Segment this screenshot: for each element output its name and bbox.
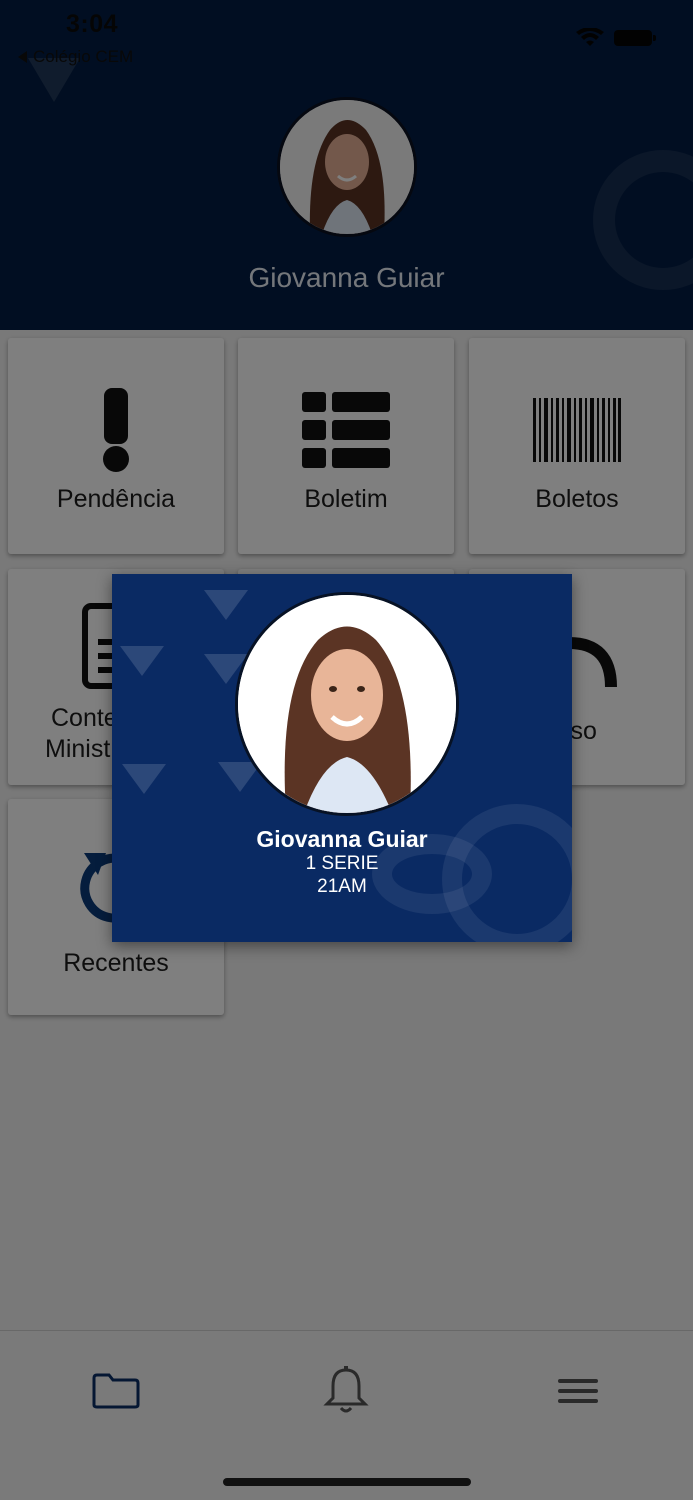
- decorative-triangle: [120, 646, 164, 676]
- home-indicator[interactable]: [223, 1478, 471, 1486]
- student-photo: [235, 592, 459, 816]
- popup-class: 21AM: [317, 876, 367, 897]
- portrait-image: [238, 595, 456, 813]
- student-card-popup[interactable]: Giovanna Guiar 1 SERIE 21AM: [112, 574, 572, 942]
- popup-student-name: Giovanna Guiar: [256, 826, 428, 852]
- decorative-triangle: [122, 764, 166, 794]
- popup-grade: 1 SERIE: [305, 853, 379, 874]
- decorative-triangle: [204, 590, 248, 620]
